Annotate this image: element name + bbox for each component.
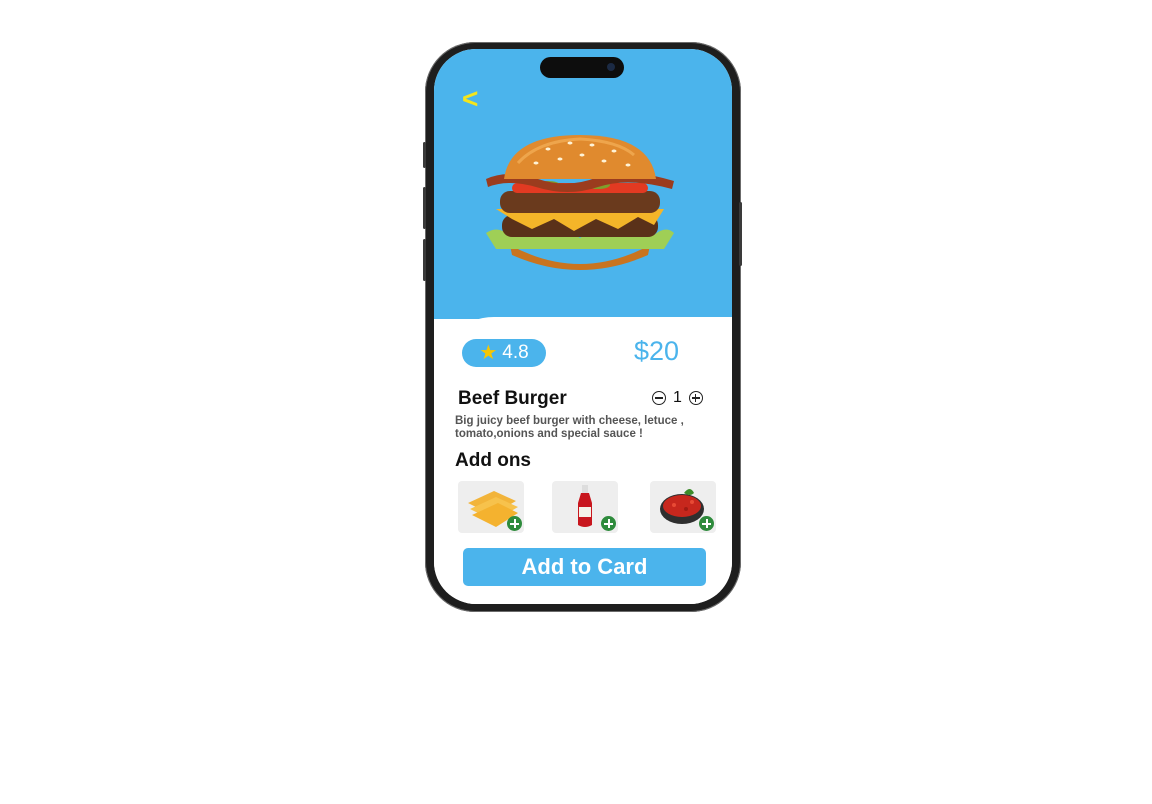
volume-down-button [423, 239, 426, 281]
add-salsa-icon[interactable] [699, 516, 714, 531]
action-button [423, 142, 426, 168]
back-button[interactable]: < [462, 83, 478, 115]
app-screen: < ★ 4.8 $20 Beef Burger 1 Big juicy beef… [434, 49, 732, 604]
quantity-stepper: 1 [652, 389, 703, 407]
minus-icon[interactable] [652, 391, 666, 405]
burger-image [486, 135, 674, 270]
product-description: Big juicy beef burger with cheese, letuc… [455, 415, 684, 440]
rating-badge: ★ 4.8 [462, 339, 546, 367]
rating-value: 4.8 [502, 342, 529, 363]
add-to-cart-button[interactable]: Add to Card [463, 548, 706, 586]
product-price: $20 [634, 336, 680, 366]
product-name: Beef Burger [458, 388, 567, 409]
quantity-value: 1 [673, 389, 682, 406]
plus-icon[interactable] [688, 391, 703, 405]
power-button [739, 202, 742, 266]
addon-ketchup[interactable] [552, 481, 618, 533]
star-icon: ★ [479, 342, 498, 364]
add-ketchup-icon[interactable] [601, 516, 616, 531]
camera-lens [607, 63, 615, 71]
volume-up-button [423, 187, 426, 229]
dynamic-island [540, 57, 624, 78]
add-cheese-icon[interactable] [507, 516, 522, 531]
addon-cheese[interactable] [458, 481, 524, 533]
addons-heading: Add ons [455, 450, 531, 471]
addon-salsa[interactable] [650, 481, 716, 533]
